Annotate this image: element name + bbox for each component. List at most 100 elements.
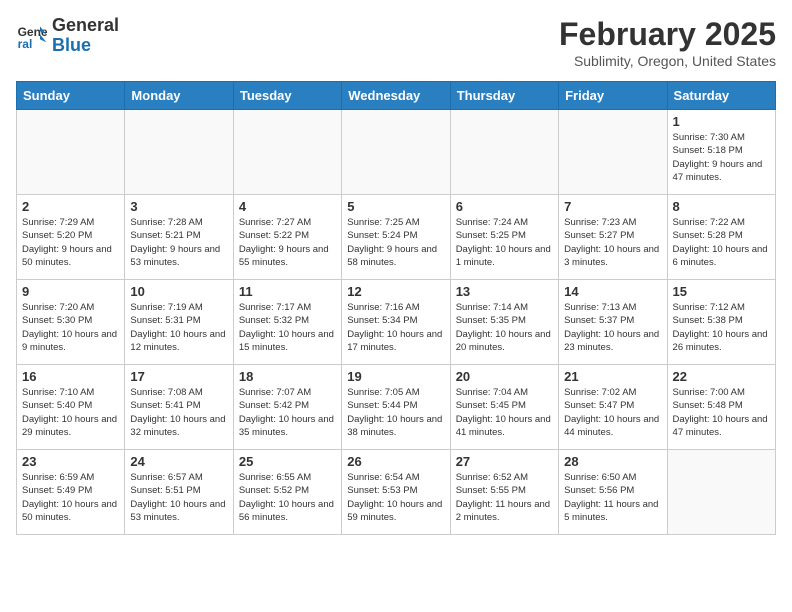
calendar-week-1: 1 Sunrise: 7:30 AM Sunset: 5:18 PM Daylig…: [17, 110, 776, 195]
calendar-cell: 26 Sunrise: 6:54 AM Sunset: 5:53 PM Dayli…: [342, 450, 450, 535]
calendar-cell: 7Sunrise: 7:23 AM Sunset: 5:27 PM Daylig…: [559, 195, 667, 280]
title-block: February 2025 Sublimity, Oregon, United …: [559, 16, 776, 69]
page-header: Gene ral General Blue February 2025 Subl…: [16, 16, 776, 69]
day-number: 4: [239, 199, 336, 214]
calendar-cell: [233, 110, 341, 195]
day-number: 21: [564, 369, 661, 384]
calendar-week-2: 2 Sunrise: 7:29 AM Sunset: 5:20 PM Daylig…: [17, 195, 776, 280]
calendar-cell: 17 Sunrise: 7:08 AM Sunset: 5:41 PM Dayli…: [125, 365, 233, 450]
calendar-cell: [559, 110, 667, 195]
calendar-cell: 8 Sunrise: 7:22 AM Sunset: 5:28 PM Daylig…: [667, 195, 775, 280]
calendar-cell: 5 Sunrise: 7:25 AM Sunset: 5:24 PM Daylig…: [342, 195, 450, 280]
day-number: 14: [564, 284, 661, 299]
calendar-cell: 22 Sunrise: 7:00 AM Sunset: 5:48 PM Dayli…: [667, 365, 775, 450]
day-info: Sunrise: 7:07 AM Sunset: 5:42 PM Dayligh…: [239, 386, 336, 439]
day-number: 19: [347, 369, 444, 384]
calendar-cell: 24 Sunrise: 6:57 AM Sunset: 5:51 PM Dayli…: [125, 450, 233, 535]
calendar-cell: [450, 110, 558, 195]
day-number: 24: [130, 454, 227, 469]
day-info: Sunrise: 7:24 AM Sunset: 5:25 PM Dayligh…: [456, 216, 553, 269]
day-number: 22: [673, 369, 770, 384]
weekday-header-tuesday: Tuesday: [233, 82, 341, 110]
day-info: Sunrise: 6:54 AM Sunset: 5:53 PM Dayligh…: [347, 471, 444, 524]
calendar-cell: 28 Sunrise: 6:50 AM Sunset: 5:56 PM Dayli…: [559, 450, 667, 535]
day-number: 8: [673, 199, 770, 214]
day-number: 5: [347, 199, 444, 214]
day-info: Sunrise: 7:00 AM Sunset: 5:48 PM Dayligh…: [673, 386, 770, 439]
calendar-cell: 10 Sunrise: 7:19 AM Sunset: 5:31 PM Dayli…: [125, 280, 233, 365]
calendar-week-5: 23 Sunrise: 6:59 AM Sunset: 5:49 PM Dayli…: [17, 450, 776, 535]
day-info: Sunrise: 7:04 AM Sunset: 5:45 PM Dayligh…: [456, 386, 553, 439]
day-number: 17: [130, 369, 227, 384]
calendar-cell: 25Sunrise: 6:55 AM Sunset: 5:52 PM Dayli…: [233, 450, 341, 535]
day-number: 20: [456, 369, 553, 384]
day-number: 28: [564, 454, 661, 469]
calendar-cell: 19 Sunrise: 7:05 AM Sunset: 5:44 PM Dayli…: [342, 365, 450, 450]
calendar-cell: 23 Sunrise: 6:59 AM Sunset: 5:49 PM Dayli…: [17, 450, 125, 535]
calendar-body: 1 Sunrise: 7:30 AM Sunset: 5:18 PM Daylig…: [17, 110, 776, 535]
calendar-cell: 18Sunrise: 7:07 AM Sunset: 5:42 PM Dayli…: [233, 365, 341, 450]
day-info: Sunrise: 7:14 AM Sunset: 5:35 PM Dayligh…: [456, 301, 553, 354]
weekday-header-sunday: Sunday: [17, 82, 125, 110]
day-info: Sunrise: 7:12 AM Sunset: 5:38 PM Dayligh…: [673, 301, 770, 354]
day-info: Sunrise: 7:13 AM Sunset: 5:37 PM Dayligh…: [564, 301, 661, 354]
day-info: Sunrise: 6:55 AM Sunset: 5:52 PM Dayligh…: [239, 471, 336, 524]
day-number: 2: [22, 199, 119, 214]
day-info: Sunrise: 7:27 AM Sunset: 5:22 PM Dayligh…: [239, 216, 336, 269]
day-info: Sunrise: 6:50 AM Sunset: 5:56 PM Dayligh…: [564, 471, 661, 524]
day-number: 27: [456, 454, 553, 469]
location-subtitle: Sublimity, Oregon, United States: [559, 53, 776, 69]
day-info: Sunrise: 7:08 AM Sunset: 5:41 PM Dayligh…: [130, 386, 227, 439]
calendar-cell: 12Sunrise: 7:16 AM Sunset: 5:34 PM Dayli…: [342, 280, 450, 365]
day-number: 13: [456, 284, 553, 299]
day-number: 1: [673, 114, 770, 129]
day-number: 26: [347, 454, 444, 469]
calendar-cell: 14 Sunrise: 7:13 AM Sunset: 5:37 PM Dayli…: [559, 280, 667, 365]
weekday-header-thursday: Thursday: [450, 82, 558, 110]
month-title: February 2025: [559, 16, 776, 53]
day-number: 6: [456, 199, 553, 214]
weekday-header-monday: Monday: [125, 82, 233, 110]
day-info: Sunrise: 7:20 AM Sunset: 5:30 PM Dayligh…: [22, 301, 119, 354]
calendar-week-4: 16 Sunrise: 7:10 AM Sunset: 5:40 PM Dayli…: [17, 365, 776, 450]
svg-text:ral: ral: [18, 37, 33, 51]
day-number: 12: [347, 284, 444, 299]
day-info: Sunrise: 7:22 AM Sunset: 5:28 PM Dayligh…: [673, 216, 770, 269]
day-number: 23: [22, 454, 119, 469]
day-info: Sunrise: 7:19 AM Sunset: 5:31 PM Dayligh…: [130, 301, 227, 354]
day-info: Sunrise: 7:28 AM Sunset: 5:21 PM Dayligh…: [130, 216, 227, 269]
calendar-header: SundayMondayTuesdayWednesdayThursdayFrid…: [17, 82, 776, 110]
day-number: 16: [22, 369, 119, 384]
day-info: Sunrise: 6:57 AM Sunset: 5:51 PM Dayligh…: [130, 471, 227, 524]
day-info: Sunrise: 7:29 AM Sunset: 5:20 PM Dayligh…: [22, 216, 119, 269]
day-info: Sunrise: 6:52 AM Sunset: 5:55 PM Dayligh…: [456, 471, 553, 524]
calendar-table: SundayMondayTuesdayWednesdayThursdayFrid…: [16, 81, 776, 535]
calendar-cell: 4 Sunrise: 7:27 AM Sunset: 5:22 PM Daylig…: [233, 195, 341, 280]
logo-blue: Blue: [52, 35, 91, 55]
day-number: 15: [673, 284, 770, 299]
calendar-cell: 13 Sunrise: 7:14 AM Sunset: 5:35 PM Dayli…: [450, 280, 558, 365]
day-info: Sunrise: 7:25 AM Sunset: 5:24 PM Dayligh…: [347, 216, 444, 269]
weekday-header-wednesday: Wednesday: [342, 82, 450, 110]
calendar-cell: 2 Sunrise: 7:29 AM Sunset: 5:20 PM Daylig…: [17, 195, 125, 280]
day-info: Sunrise: 7:30 AM Sunset: 5:18 PM Dayligh…: [673, 131, 770, 184]
day-info: Sunrise: 7:05 AM Sunset: 5:44 PM Dayligh…: [347, 386, 444, 439]
calendar-cell: [17, 110, 125, 195]
calendar-cell: 9 Sunrise: 7:20 AM Sunset: 5:30 PM Daylig…: [17, 280, 125, 365]
day-info: Sunrise: 7:10 AM Sunset: 5:40 PM Dayligh…: [22, 386, 119, 439]
day-info: Sunrise: 7:02 AM Sunset: 5:47 PM Dayligh…: [564, 386, 661, 439]
day-info: Sunrise: 7:17 AM Sunset: 5:32 PM Dayligh…: [239, 301, 336, 354]
logo-general: General: [52, 15, 119, 35]
weekday-header-row: SundayMondayTuesdayWednesdayThursdayFrid…: [17, 82, 776, 110]
logo: Gene ral General Blue: [16, 16, 119, 56]
calendar-cell: [667, 450, 775, 535]
day-number: 7: [564, 199, 661, 214]
calendar-cell: 3Sunrise: 7:28 AM Sunset: 5:21 PM Daylig…: [125, 195, 233, 280]
logo-icon: Gene ral: [16, 20, 48, 52]
day-info: Sunrise: 6:59 AM Sunset: 5:49 PM Dayligh…: [22, 471, 119, 524]
calendar-cell: [125, 110, 233, 195]
calendar-cell: 1 Sunrise: 7:30 AM Sunset: 5:18 PM Daylig…: [667, 110, 775, 195]
day-number: 9: [22, 284, 119, 299]
day-number: 10: [130, 284, 227, 299]
calendar-cell: 15 Sunrise: 7:12 AM Sunset: 5:38 PM Dayli…: [667, 280, 775, 365]
